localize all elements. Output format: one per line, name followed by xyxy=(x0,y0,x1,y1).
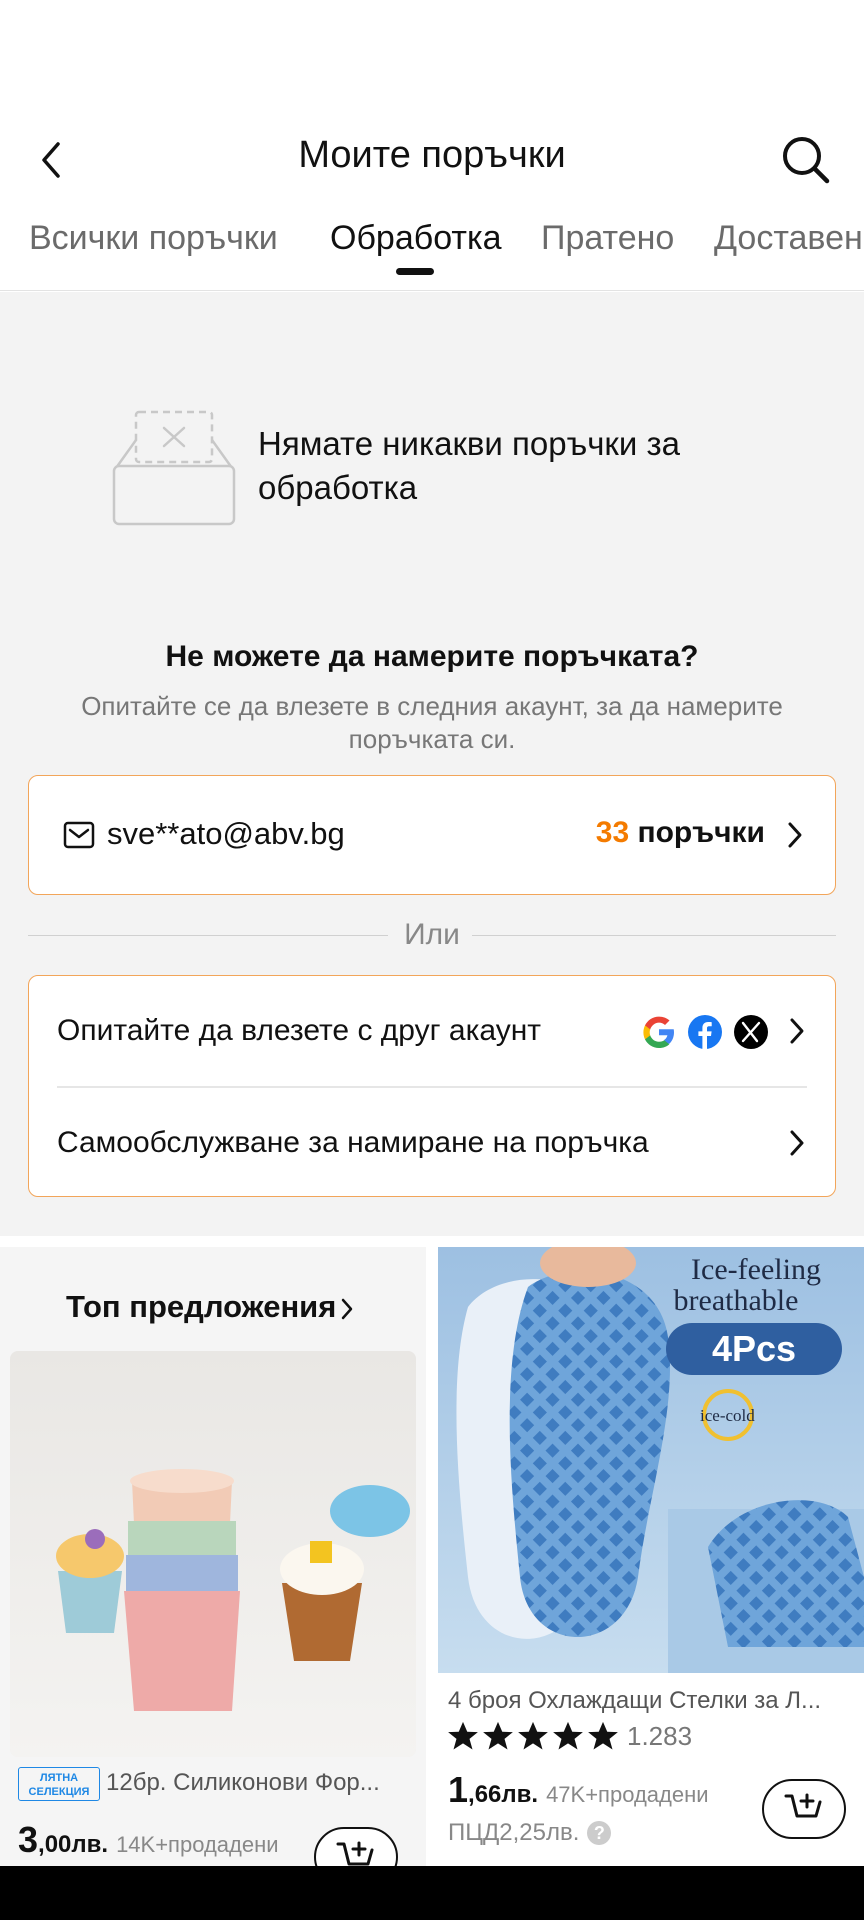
cant-find-subtitle: Опитайте се да влезете в следния акаунт,… xyxy=(81,691,783,754)
sold-count: 47K+продадени xyxy=(546,1782,709,1807)
order-tabs: Всички поръчки Обработка Пратено Доставе… xyxy=(0,215,864,291)
top-offers-link[interactable]: Топ предложения xyxy=(66,1289,336,1325)
help-icon[interactable]: ? xyxy=(587,1821,612,1845)
price-main: 1 xyxy=(448,1769,469,1810)
other-account-label: Опитайте да влезете с друг акаунт xyxy=(57,1014,542,1047)
orders-count: 33 поръчки xyxy=(596,816,765,850)
facebook-icon xyxy=(688,1015,722,1049)
product-card-left[interactable]: Топ предложения ЛЯТНА СЕЛЕКЦИЯ 12бр. Сил… xyxy=(0,1247,426,1887)
page-title: Моите поръчки xyxy=(298,134,566,176)
rating-count: 1.283 xyxy=(627,1720,693,1751)
account-card[interactable]: sve**ato@abv.bg 33 поръчки xyxy=(28,775,836,895)
cart-plus-icon xyxy=(784,1793,822,1818)
image-text-3: 4Pcs xyxy=(712,1328,796,1369)
reference-price: ПЦД2,25лв. ? xyxy=(448,1819,612,1847)
tab-processing[interactable]: Обработка xyxy=(330,219,501,258)
cant-find-title: Не можете да намерите поръчката? xyxy=(165,640,699,673)
add-to-cart-button[interactable] xyxy=(762,1779,846,1839)
star-icon xyxy=(518,1721,548,1750)
badge-line-1: ЛЯТНА xyxy=(39,1772,79,1784)
chevron-right-icon xyxy=(790,1018,804,1044)
star-icon xyxy=(448,1721,478,1750)
social-icons xyxy=(641,1014,769,1050)
sold-count: 14K+продадени xyxy=(116,1832,279,1857)
system-navigation-bar xyxy=(0,1866,864,1920)
star-icon xyxy=(483,1721,513,1750)
tab-all-orders[interactable]: Всички поръчки xyxy=(29,219,278,258)
account-email: sve**ato@abv.bg xyxy=(107,816,345,851)
product-title[interactable]: 12бр. Силиконови Фор... xyxy=(106,1769,406,1797)
orders-number: 33 xyxy=(595,816,630,849)
x-icon xyxy=(734,1015,768,1049)
self-service-label: Самообслужване за намиране на поръчка xyxy=(57,1126,649,1159)
or-divider: Или xyxy=(28,918,836,954)
price-fraction: ,66лв. xyxy=(468,1781,539,1808)
star-icon xyxy=(588,1721,618,1750)
summer-selection-badge: ЛЯТНА СЕЛЕКЦИЯ xyxy=(18,1767,100,1801)
chevron-right-icon xyxy=(788,822,802,848)
empty-state-message: Нямате никакви поръчки за обработка xyxy=(258,425,680,506)
product-feed: Топ предложения ЛЯТНА СЕЛЕКЦИЯ 12бр. Сил… xyxy=(0,1247,864,1887)
image-text-4: ice-cold xyxy=(700,1406,755,1425)
product-image-silicone-cups[interactable] xyxy=(10,1351,416,1757)
divider-line xyxy=(472,935,836,936)
product-title[interactable]: 4 броя Охлаждащи Стелки за Л... xyxy=(448,1687,854,1715)
tab-shipped[interactable]: Пратено xyxy=(541,219,674,258)
reference-price-value: ПЦД2,25лв. xyxy=(448,1819,580,1846)
image-text-2: breathable xyxy=(674,1284,799,1317)
product-price: 1,66лв. 47K+продадени xyxy=(448,1769,709,1811)
empty-box-icon xyxy=(112,410,236,526)
mail-icon xyxy=(63,821,95,849)
active-tab-indicator xyxy=(396,268,434,275)
price-main: 3 xyxy=(18,1819,39,1860)
badge-line-2: СЕЛЕКЦИЯ xyxy=(28,1786,90,1798)
self-service-option[interactable]: Самообслужване за намиране на поръчка xyxy=(29,1088,835,1198)
orders-label: поръчки xyxy=(629,816,765,849)
google-icon xyxy=(643,1016,674,1048)
login-options-card: Опитайте да влезете с друг акаунт Самооб… xyxy=(28,975,836,1197)
other-account-option[interactable]: Опитайте да влезете с друг акаунт xyxy=(29,976,835,1086)
image-text-1: Ice-feeling xyxy=(691,1253,821,1286)
product-card-right[interactable]: Ice-feeling breathable 4Pcs ice-cold 4 б… xyxy=(438,1247,864,1867)
chevron-right-icon xyxy=(341,1298,353,1320)
price-fraction: ,00лв. xyxy=(38,1831,109,1858)
search-icon xyxy=(783,137,830,184)
product-price: 3,00лв. 14K+продадени xyxy=(18,1819,279,1861)
header: Моите поръчки xyxy=(0,120,864,200)
star-icon xyxy=(553,1721,583,1750)
search-button[interactable] xyxy=(778,132,834,188)
screen: Моите поръчки Всички поръчки Обработка П… xyxy=(0,0,864,1920)
tab-delivered[interactable]: Доставено xyxy=(714,219,864,258)
rating-stars: 1.283 xyxy=(446,1719,692,1753)
chevron-right-icon xyxy=(790,1130,804,1156)
product-image-insoles[interactable]: Ice-feeling breathable 4Pcs ice-cold xyxy=(438,1247,864,1673)
